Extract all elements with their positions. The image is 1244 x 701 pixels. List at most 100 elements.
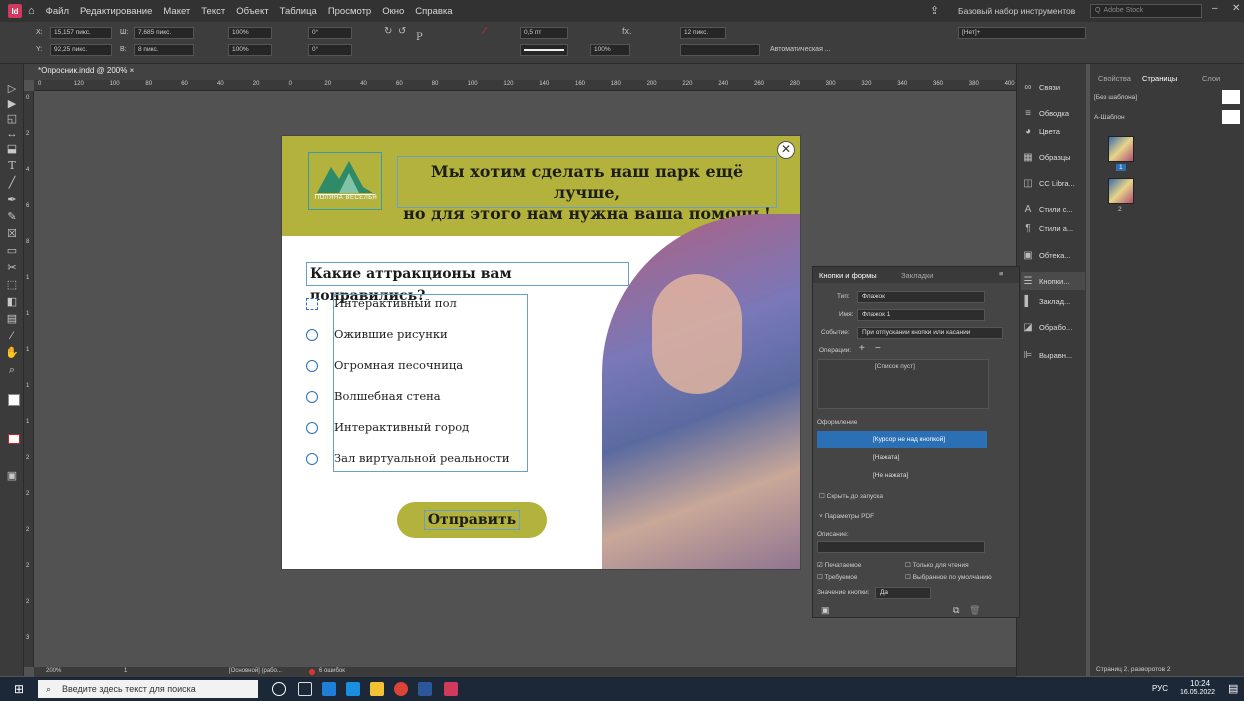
panel-para-styles[interactable]: ¶ Стили а... — [1021, 219, 1085, 237]
gradient-swatch-tool-icon[interactable]: ◧ — [4, 295, 20, 309]
checkbox-button-selected[interactable] — [306, 298, 318, 310]
menu-layout[interactable]: Макет — [163, 6, 190, 17]
scale-x-field[interactable]: 100% — [228, 27, 272, 39]
printable-checkbox[interactable]: ☑ Печатаемое — [817, 561, 861, 569]
delete-icon[interactable]: 🗑 — [969, 605, 980, 616]
panel-char-styles[interactable]: A Стили с... — [1021, 200, 1085, 218]
remove-action-icon[interactable]: − — [875, 343, 881, 354]
y-field[interactable]: 92,25 пикс. — [50, 44, 112, 56]
master-a[interactable]: А-Шаблон — [1094, 114, 1125, 121]
option-interactive-floor[interactable]: Интерактивный пол — [306, 294, 457, 314]
fill-stroke-swatch[interactable] — [8, 394, 20, 406]
checkbox-button[interactable] — [306, 329, 318, 341]
description-input[interactable] — [817, 541, 985, 553]
default-selected-checkbox[interactable]: ☐ Выбранное по умолчанию — [905, 573, 992, 581]
page-2-thumbnail[interactable] — [1108, 178, 1134, 204]
tab-pages[interactable]: Страницы — [1142, 74, 1177, 83]
scissors-tool-icon[interactable]: ✂ — [4, 261, 20, 275]
hand-tool-icon[interactable]: ✋ — [4, 346, 20, 360]
menu-type[interactable]: Текст — [201, 6, 225, 17]
menu-help[interactable]: Справка — [415, 6, 452, 17]
state-normal[interactable]: [Курсор не над кнопкой] — [817, 431, 987, 448]
fill-none-icon[interactable]: ⁄ — [484, 26, 486, 37]
tab-bookmarks[interactable]: Закладки — [901, 271, 933, 280]
notifications-icon[interactable]: ▤ — [1228, 682, 1238, 695]
panel-links[interactable]: ∞ Связи — [1021, 78, 1085, 96]
fx-icon[interactable]: fx. — [622, 26, 632, 36]
submit-button[interactable]: Отправить — [397, 502, 547, 538]
taskbar-search[interactable]: ⌕ Введите здесь текст для поиска — [38, 680, 258, 698]
clock-date[interactable]: 16.05.2022 — [1180, 689, 1215, 696]
rotate-cw-icon[interactable]: ↻ — [384, 26, 392, 37]
apply-none-icon[interactable] — [8, 434, 20, 444]
x-field[interactable]: 15,157 пикс. — [50, 27, 112, 39]
menu-file[interactable]: Файл — [46, 6, 69, 17]
convert-icon[interactable]: ⧉ — [953, 605, 959, 616]
share-icon[interactable]: ⇪ — [930, 4, 939, 17]
hide-until-checkbox[interactable]: ☐ Скрыть до запуска — [819, 492, 883, 500]
panel-menu-icon[interactable]: ≡ — [999, 269, 1003, 278]
panel-processing[interactable]: ◪ Обрабо... — [1021, 318, 1085, 336]
add-action-icon[interactable]: + — [859, 343, 865, 354]
eyedropper-tool-icon[interactable]: ⁄ — [4, 329, 20, 343]
pencil-tool-icon[interactable]: ✎ — [4, 210, 20, 224]
shear-field[interactable]: 0° — [308, 44, 352, 56]
panel-bookmarks[interactable]: ▌ Заклад... — [1021, 292, 1085, 310]
cortana-icon[interactable] — [272, 682, 286, 696]
selection-tool-icon[interactable]: ▷ — [4, 82, 20, 96]
line-tool-icon[interactable]: ╱ — [4, 176, 20, 190]
panel-cc-libraries[interactable]: ◫ CC Libra... — [1021, 174, 1085, 192]
rotate-ccw-icon[interactable]: ↺ — [398, 26, 406, 37]
minimize-icon[interactable]: – — [1212, 3, 1218, 14]
autofit-checkbox[interactable]: Автоматическая ... — [770, 46, 831, 53]
free-transform-tool-icon[interactable]: ⬚ — [4, 278, 20, 292]
menu-window[interactable]: Окно — [382, 6, 404, 17]
opacity-field[interactable]: 100% — [590, 44, 630, 56]
word-icon[interactable] — [418, 682, 432, 696]
park-logo[interactable]: ПОЛЯНА ВЕСЕЛЬЯ — [308, 152, 382, 210]
panel-text-wrap[interactable]: ▣ Обтека... — [1021, 246, 1085, 264]
option-living-drawings[interactable]: Ожившие рисунки — [306, 325, 448, 345]
corner-shape-swatch[interactable] — [680, 44, 760, 56]
document-page[interactable]: ПОЛЯНА ВЕСЕЛЬЯ Мы хотим сделать наш парк… — [281, 135, 801, 570]
object-style-field[interactable]: [Нет]+ — [958, 27, 1086, 39]
button-value-input[interactable]: Да — [875, 587, 931, 599]
checkbox-button[interactable] — [306, 391, 318, 403]
horizontal-ruler[interactable]: 0 120 100 80 60 40 20 0 20 40 60 80 100 120 140 160 180 2… — [34, 80, 1016, 91]
scale-y-field[interactable]: 100% — [228, 44, 272, 56]
h-field[interactable]: 8 пикс. — [134, 44, 194, 56]
indesign-app-icon[interactable]: Id — [8, 4, 22, 18]
option-sandbox[interactable]: Огромная песочница — [306, 356, 463, 376]
screen-mode-icon[interactable]: ▣ — [4, 469, 20, 483]
tab-buttons-forms[interactable]: Кнопки и формы — [819, 271, 877, 280]
menu-edit[interactable]: Редактирование — [80, 6, 152, 17]
pen-tool-icon[interactable]: ✒ — [4, 193, 20, 207]
close-form-button[interactable]: ✕ — [777, 141, 795, 159]
panel-stroke[interactable]: ≡ Обводка — [1021, 104, 1085, 122]
option-vr-hall[interactable]: Зал виртуальной реальности — [306, 449, 510, 469]
chrome-icon[interactable] — [394, 682, 408, 696]
rotate-field[interactable]: 0° — [308, 27, 352, 39]
rectangle-tool-icon[interactable]: ▭ — [4, 244, 20, 258]
page-heading[interactable]: Мы хотим сделать наш парк ещё лучше, но … — [397, 156, 777, 223]
type-tool-icon[interactable]: T — [4, 159, 20, 173]
store-icon[interactable] — [322, 682, 336, 696]
state-down[interactable]: [Нажата] — [817, 449, 987, 466]
task-view-icon[interactable] — [298, 682, 312, 696]
boy-drawing-photo[interactable] — [602, 214, 800, 569]
type-select[interactable]: Флажок — [857, 291, 985, 303]
content-collector-icon[interactable]: ⬓ — [4, 142, 20, 156]
home-icon[interactable]: ⌂ — [28, 5, 35, 17]
readonly-checkbox[interactable]: ☐ Только для чтения — [905, 561, 969, 569]
page-1-thumbnail[interactable] — [1108, 136, 1134, 162]
required-checkbox[interactable]: ☐ Требуемое — [817, 573, 857, 581]
windows-start-icon[interactable]: ⊞ — [14, 682, 24, 696]
mail-icon[interactable] — [346, 682, 360, 696]
state-up[interactable]: [Не нажата] — [817, 467, 987, 484]
name-input[interactable]: Флажок 1 — [857, 309, 985, 321]
page-tool-icon[interactable]: ◱ — [4, 112, 20, 126]
stock-search-input[interactable]: Q Adobe Stock — [1090, 4, 1202, 18]
checkbox-button[interactable] — [306, 453, 318, 465]
close-window-icon[interactable]: ✕ — [1232, 3, 1240, 14]
panel-buttons-forms[interactable]: ☰ Кнопки... — [1021, 272, 1085, 290]
